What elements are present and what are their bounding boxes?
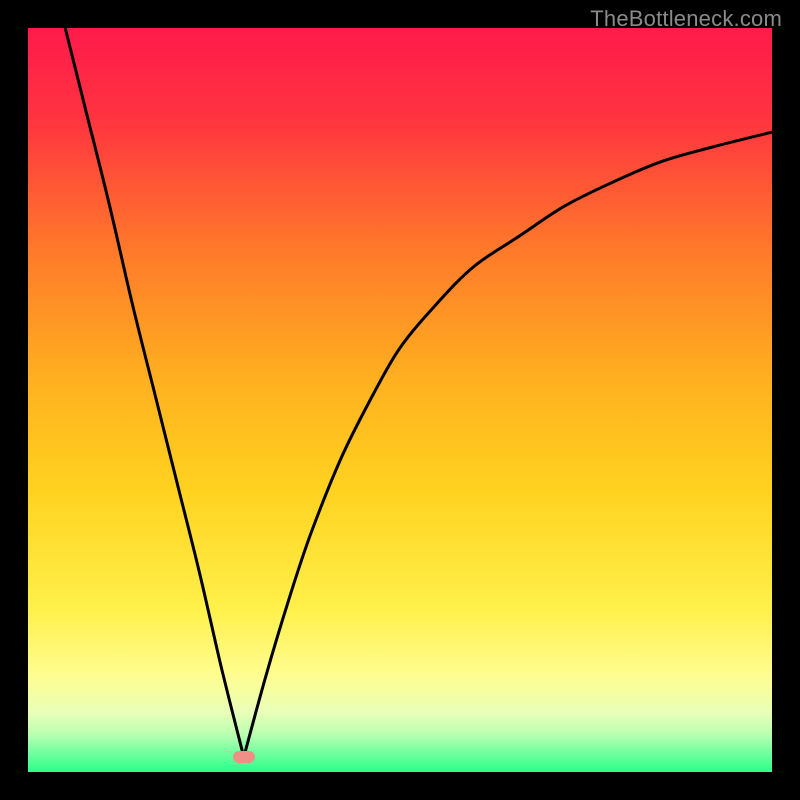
chart-curve: [28, 28, 772, 772]
chart-plot-area: [28, 28, 772, 772]
minimum-marker: [233, 751, 255, 763]
watermark-text: TheBottleneck.com: [590, 6, 782, 32]
curve-right-branch: [244, 132, 772, 757]
chart-frame: [28, 28, 772, 772]
curve-left-branch: [65, 28, 244, 757]
